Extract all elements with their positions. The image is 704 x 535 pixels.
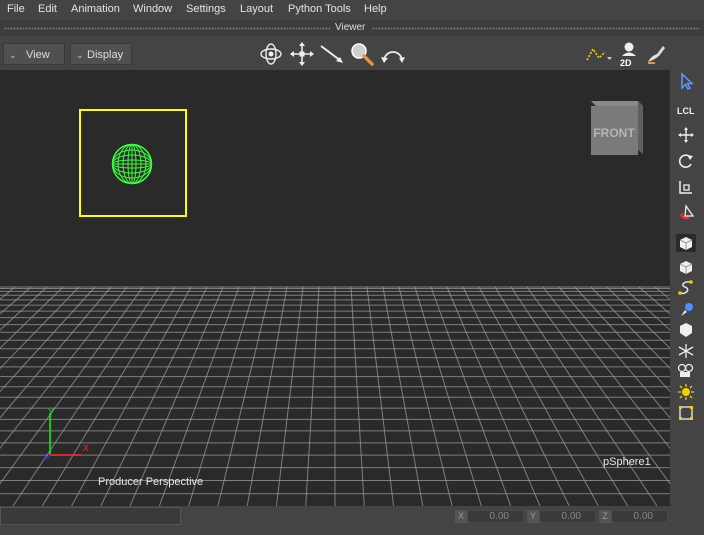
display-menu-label: Display (87, 49, 124, 61)
joint-icon[interactable] (676, 342, 696, 360)
menu-layout[interactable]: Layout (240, 3, 273, 15)
chevron-down-icon: ⌄ (76, 50, 84, 60)
scale-icon[interactable] (676, 178, 696, 196)
selected-object-name: pSphere1 (603, 456, 651, 468)
person-2d-icon[interactable]: 2D (618, 41, 640, 67)
orbit-icon[interactable] (258, 41, 284, 67)
paint-tool-icon[interactable] (676, 300, 696, 318)
x-coord-label: X (455, 510, 467, 523)
drag-grip (372, 27, 700, 30)
pan-icon[interactable] (289, 41, 315, 67)
menu-help[interactable]: Help (364, 3, 387, 15)
undo-view-icon[interactable] (379, 42, 407, 66)
axis-x-label: X (83, 443, 89, 453)
menu-settings[interactable]: Settings (186, 3, 226, 15)
local-space-icon[interactable]: LCL (676, 100, 696, 118)
move-icon[interactable] (676, 126, 696, 144)
axis-y-label: Y (48, 407, 54, 417)
viewer-title-bar: Viewer (0, 20, 704, 36)
curve-icon[interactable] (676, 279, 696, 297)
object-mode-icon[interactable] (676, 234, 696, 252)
component-mode-icon[interactable] (676, 258, 696, 276)
menu-edit[interactable]: Edit (38, 3, 57, 15)
command-line-input[interactable] (0, 507, 181, 525)
view-menu-label: View (26, 49, 50, 61)
menu-window[interactable]: Window (133, 3, 172, 15)
viewer-toolbar: ⌄ View ⌄ Display 2D (0, 36, 670, 70)
zoom-icon[interactable] (349, 41, 375, 67)
local-space-label: LCL (677, 106, 695, 116)
menu-python-tools[interactable]: Python Tools (288, 3, 351, 15)
y-coord-field[interactable]: 0.00 (539, 510, 596, 523)
curve-display-icon[interactable] (585, 44, 613, 64)
magnet-snap-icon[interactable] (676, 204, 696, 222)
tool-column: LCL (670, 70, 704, 506)
z-coord-field[interactable]: 0.00 (611, 510, 668, 523)
x-coord-field[interactable]: 0.00 (467, 510, 524, 523)
polygon-icon[interactable] (676, 321, 696, 339)
menu-file[interactable]: File (7, 3, 25, 15)
menu-animation[interactable]: Animation (71, 3, 120, 15)
drag-grip (4, 27, 330, 30)
chevron-down-icon: ⌄ (9, 50, 17, 60)
z-coord-label: Z (599, 510, 611, 523)
display-menu-button[interactable]: ⌄ Display (70, 43, 132, 65)
status-bar: X 0.00 Y 0.00 Z 0.00 (0, 506, 704, 535)
menu-bar: File Edit Animation Window Settings Layo… (0, 0, 704, 20)
rotate-icon[interactable] (676, 152, 696, 170)
y-coord-label: Y (527, 510, 539, 523)
select-arrow-icon[interactable] (676, 72, 696, 90)
view-menu-button[interactable]: ⌄ View (3, 43, 65, 65)
camera-icon[interactable] (676, 362, 696, 380)
dolly-icon[interactable] (319, 43, 345, 65)
light-icon[interactable] (676, 383, 696, 401)
axis-gizmo: Y X (44, 407, 89, 460)
camera-name: Producer Perspective (98, 476, 204, 488)
paint-brush-icon[interactable] (645, 42, 667, 66)
view-cube[interactable]: FRONT (586, 98, 646, 158)
viewer-title: Viewer (335, 22, 366, 33)
mode-2d-label: 2D (620, 58, 632, 67)
viewport-3d[interactable]: FRONT Y X Producer Perspective pSphere1 (0, 70, 670, 506)
view-cube-label: FRONT (593, 126, 635, 140)
frame-selection-icon[interactable] (676, 404, 696, 422)
sphere-wireframe[interactable] (110, 142, 154, 186)
